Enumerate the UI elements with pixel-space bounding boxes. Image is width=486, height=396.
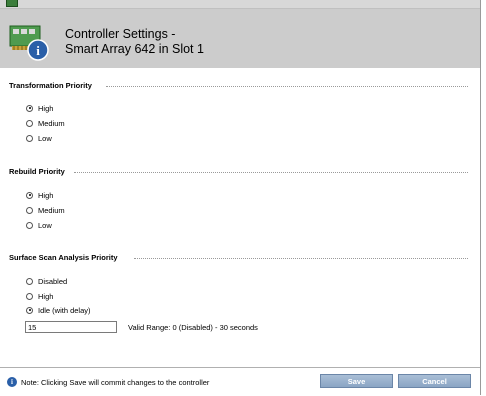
radio-label: Disabled xyxy=(38,276,68,286)
radio-button-selected[interactable] xyxy=(26,104,33,112)
surface-scan-option-high[interactable]: High xyxy=(26,290,53,302)
radio-button[interactable] xyxy=(26,292,33,300)
transformation-priority-heading: Transformation Priority xyxy=(9,81,92,90)
rebuild-option-medium[interactable]: Medium xyxy=(26,204,65,216)
rebuild-option-high[interactable]: High xyxy=(26,189,53,201)
valid-range-text: Valid Range: 0 (Disabled) - 30 seconds xyxy=(128,323,258,332)
radio-button-selected[interactable] xyxy=(26,306,33,314)
transformation-option-medium[interactable]: Medium xyxy=(26,117,65,129)
window-right-border xyxy=(480,0,486,395)
cancel-button[interactable]: Cancel xyxy=(398,374,471,388)
save-button[interactable]: Save xyxy=(320,374,393,388)
section-divider xyxy=(134,258,468,259)
rebuild-option-low[interactable]: Low xyxy=(26,219,52,231)
window-title-strip xyxy=(0,0,486,9)
radio-label: High xyxy=(38,291,54,301)
radio-label: Medium xyxy=(38,205,65,215)
transformation-option-low[interactable]: Low xyxy=(26,132,52,144)
info-icon: i xyxy=(7,377,17,387)
scan-delay-input[interactable]: 15 xyxy=(25,321,117,333)
radio-label: Idle (with delay) xyxy=(38,305,91,315)
app-icon xyxy=(6,0,18,7)
radio-button-selected[interactable] xyxy=(26,191,33,199)
controller-card-info-icon: i xyxy=(9,25,49,61)
radio-label: Low xyxy=(38,220,52,230)
radio-button[interactable] xyxy=(26,221,33,229)
svg-text:i: i xyxy=(36,43,40,58)
rebuild-priority-heading: Rebuild Priority xyxy=(9,167,65,176)
radio-button[interactable] xyxy=(26,277,33,285)
transformation-option-high[interactable]: High xyxy=(26,102,53,114)
surface-scan-priority-heading: Surface Scan Analysis Priority xyxy=(9,253,118,262)
dialog-title-line2: Smart Array 642 in Slot 1 xyxy=(65,42,204,56)
dialog-title: Controller Settings - Smart Array 642 in… xyxy=(65,27,204,57)
surface-scan-option-idle[interactable]: Idle (with delay) xyxy=(26,304,91,316)
radio-button[interactable] xyxy=(26,134,33,142)
dialog-header: i Controller Settings - Smart Array 642 … xyxy=(0,9,480,68)
radio-label: High xyxy=(38,190,54,200)
section-divider xyxy=(106,86,468,87)
save-note-text: Note: Clicking Save will commit changes … xyxy=(21,378,210,387)
dialog-title-line1: Controller Settings - xyxy=(65,27,176,41)
radio-label: Medium xyxy=(38,118,65,128)
radio-label: Low xyxy=(38,133,52,143)
radio-button[interactable] xyxy=(26,206,33,214)
surface-scan-option-disabled[interactable]: Disabled xyxy=(26,275,67,287)
section-divider xyxy=(74,172,468,173)
radio-button[interactable] xyxy=(26,119,33,127)
radio-label: High xyxy=(38,103,54,113)
